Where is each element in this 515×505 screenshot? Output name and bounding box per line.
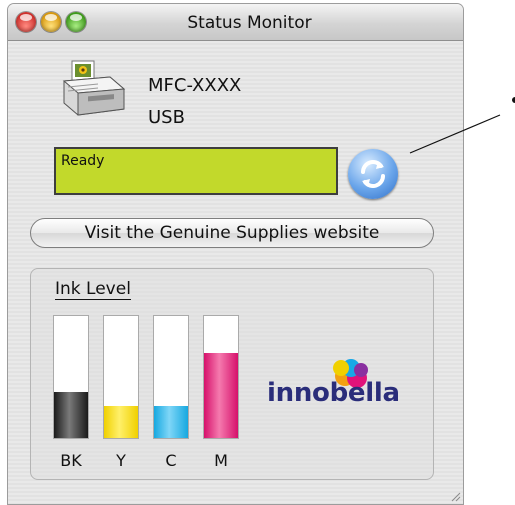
window-title: Status Monitor [187,13,312,33]
refresh-button[interactable] [348,149,398,199]
status-display: Ready [54,147,338,195]
printer-icon [58,59,128,121]
status-monitor-window: Status Monitor MFC-XXXX USB Ready Visit … [8,4,463,504]
ink-label-m: M [214,451,228,470]
window-content: MFC-XXXX USB Ready Visit the Genuine Sup… [8,41,463,504]
ink-label-c: C [165,451,177,470]
ink-bar-y [103,315,139,439]
ink-fill-y [104,406,138,438]
ink-fill-m [204,352,238,438]
resize-grip-icon[interactable] [449,490,461,502]
status-text: Ready [61,153,105,169]
ink-level-title: Ink Level [55,279,131,300]
innobella-logo: innobella [265,354,425,434]
ink-level-group: Ink Level BK Y C M innobella [30,268,434,480]
title-bar[interactable]: Status Monitor [8,4,463,41]
innobella-logo-text: innobella [267,378,400,408]
visit-supplies-website-button[interactable]: Visit the Genuine Supplies website [30,218,434,248]
device-port: USB [148,107,185,128]
ink-label-y: Y [116,451,126,470]
ink-label-bk: BK [60,451,82,470]
ink-fill-bk [54,391,88,438]
ink-bar-bk [53,315,89,439]
ink-bar-m [203,315,239,439]
ink-bar-c [153,315,189,439]
refresh-icon [361,160,385,188]
device-name: MFC-XXXX [148,75,242,96]
ink-fill-c [154,406,188,438]
